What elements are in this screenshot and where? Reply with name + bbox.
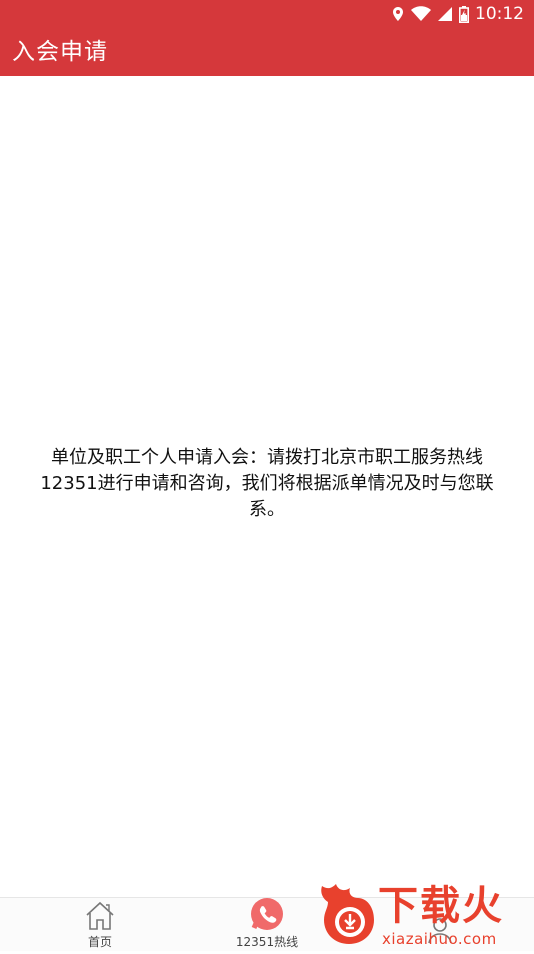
battery-icon <box>459 5 469 23</box>
flame-logo-icon <box>316 880 382 954</box>
application-info-message: 单位及职工个人申请入会：请拨打北京市职工服务热线12351进行申请和咨询，我们将… <box>40 447 494 520</box>
tab-hotline[interactable]: 12351热线 <box>207 898 327 951</box>
tab-home-label: 首页 <box>87 935 112 949</box>
app-bar: 10:12 入会申请 <box>0 0 534 76</box>
phone-hotline-icon <box>248 897 286 935</box>
tab-hotline-label: 12351热线 <box>235 935 299 949</box>
location-icon <box>391 6 405 22</box>
page-title: 入会申请 <box>12 39 108 65</box>
home-icon <box>84 901 116 935</box>
main-content: 单位及职工个人申请入会：请拨打北京市职工服务热线12351进行申请和咨询，我们将… <box>0 76 534 898</box>
watermark-brand: 下载火 <box>378 883 504 929</box>
watermark: 下载火 xiazaihuo.com <box>316 880 534 950</box>
signal-icon <box>437 6 453 22</box>
watermark-url: xiazaihuo.com <box>382 930 497 948</box>
status-bar: 10:12 <box>0 0 534 28</box>
tab-home[interactable]: 首页 <box>40 898 160 951</box>
wifi-icon <box>411 6 431 22</box>
status-time: 10:12 <box>475 4 524 24</box>
